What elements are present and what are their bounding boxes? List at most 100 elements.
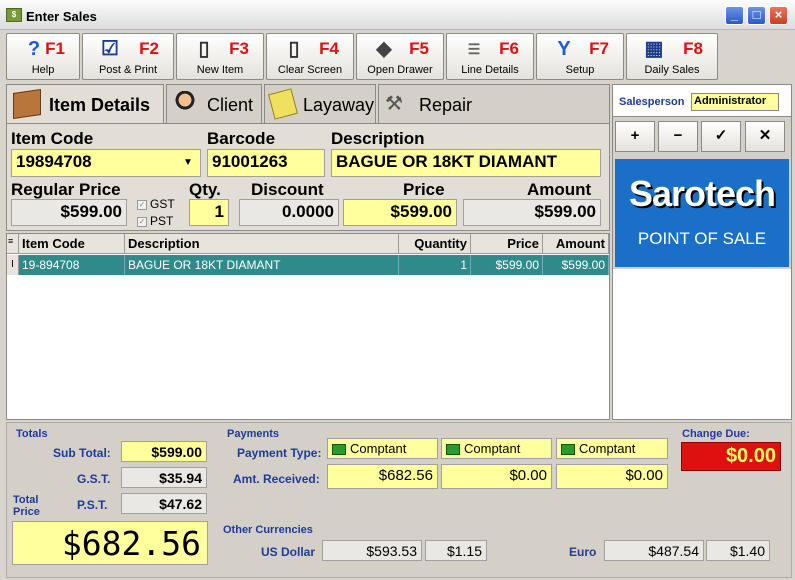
close-button[interactable]: × xyxy=(769,6,788,25)
box-icon xyxy=(13,89,41,119)
qty-input[interactable]: 1 xyxy=(189,199,229,226)
f1-key: F1 xyxy=(45,39,65,58)
cash-icon xyxy=(446,444,460,456)
maximize-button[interactable]: □ xyxy=(747,6,766,25)
post-print-button[interactable]: ☑ F2 Post & Print xyxy=(82,33,174,80)
help-label: Help xyxy=(31,64,55,76)
help-icon: ? xyxy=(27,38,41,60)
col-price[interactable]: Price xyxy=(471,234,543,254)
change-due-field: $0.00 xyxy=(681,442,781,471)
total-price-display: $682.56 xyxy=(12,521,208,565)
col-description[interactable]: Description xyxy=(125,234,399,254)
line-details-icon: ☰ xyxy=(467,41,481,57)
payment-type-2-value: Comptant xyxy=(464,441,521,456)
f6-key: F6 xyxy=(499,39,519,58)
cash-icon xyxy=(332,444,346,456)
usd-rate: $1.15 xyxy=(425,540,487,561)
title-bar: $ Enter Sales _ □ × xyxy=(0,0,795,30)
euro-rate: $1.40 xyxy=(706,540,770,561)
usd-label: US Dollar xyxy=(261,545,316,559)
pst-label: PST xyxy=(150,214,174,228)
change-due-label: Change Due: xyxy=(682,428,750,440)
amount-received-2[interactable]: $0.00 xyxy=(441,464,552,489)
totals-header: Totals xyxy=(16,428,48,440)
tab-repair[interactable]: ⚒ Repair xyxy=(378,84,610,123)
payment-type-1-value: Comptant xyxy=(350,441,407,456)
gst-total-field: $35.94 xyxy=(121,467,207,488)
pst-checkbox[interactable]: ✓ PST xyxy=(137,214,173,228)
qty-label: Qty. xyxy=(189,180,221,199)
table-row-cell-description[interactable]: BAGUE OR 18KT DIAMANT xyxy=(125,255,399,275)
chevron-down-icon[interactable]: ▼ xyxy=(183,157,193,168)
right-panel-blank xyxy=(613,269,791,419)
tab-strip: Item Details Client Layaway ⚒ Repair xyxy=(6,84,610,124)
open-drawer-button[interactable]: ◆ F5 Open Drawer xyxy=(356,33,444,80)
table-row-cell-quantity[interactable]: 1 xyxy=(399,255,471,275)
open-drawer-label: Open Drawer xyxy=(367,64,433,76)
tab-layaway[interactable]: Layaway xyxy=(264,84,376,123)
payment-type-2[interactable]: Comptant xyxy=(441,438,552,459)
amount-field: $599.00 xyxy=(463,199,601,226)
item-code-input[interactable]: 19894708 xyxy=(11,149,201,177)
right-panel: Salesperson Administrator + − ✓ ✕ Sarote… xyxy=(612,84,792,420)
new-item-button[interactable]: ▯ F3 New Item xyxy=(176,33,264,80)
payment-type-1[interactable]: Comptant xyxy=(327,438,438,459)
item-details-panel: Item Code 19894708 ▼ Barcode 91001263 De… xyxy=(6,123,610,231)
open-drawer-icon: ◆ xyxy=(376,38,392,60)
gst-checkbox[interactable]: ✓ GST xyxy=(137,197,175,211)
cancel-button[interactable]: ✕ xyxy=(745,121,785,152)
f7-key: F7 xyxy=(589,39,609,58)
tab-item-details-label: Item Details xyxy=(49,95,151,115)
function-toolbar: ? F1 Help ☑ F2 Post & Print ▯ F3 New Ite… xyxy=(0,30,795,82)
logo-brand: Sarotech xyxy=(628,173,776,214)
description-input[interactable]: BAGUE OR 18KT DIAMANT xyxy=(331,149,601,177)
discount-input[interactable]: 0.0000 xyxy=(239,199,339,226)
barcode-input[interactable]: 91001263 xyxy=(207,149,325,177)
line-details-button[interactable]: ☰ F6 Line Details xyxy=(446,33,534,80)
salesperson-label: Salesperson xyxy=(619,96,685,108)
layaway-icon xyxy=(268,88,298,120)
confirm-button[interactable]: ✓ xyxy=(701,121,741,152)
price-label: Price xyxy=(403,180,445,199)
regular-price-field: $599.00 xyxy=(11,199,127,226)
other-currencies-header: Other Currencies xyxy=(223,524,313,536)
setup-button[interactable]: Y F7 Setup xyxy=(536,33,624,80)
f4-key: F4 xyxy=(319,39,339,58)
add-line-button[interactable]: + xyxy=(615,121,655,152)
line-details-label: Line Details xyxy=(461,64,519,76)
tab-item-details[interactable]: Item Details xyxy=(6,84,164,124)
f5-key: F5 xyxy=(409,39,429,58)
hammer-icon: ⚒ xyxy=(385,93,403,115)
col-amount[interactable]: Amount xyxy=(543,234,609,254)
col-item-code[interactable]: Item Code xyxy=(19,234,125,254)
tab-client-label: Client xyxy=(207,95,254,115)
tab-client[interactable]: Client xyxy=(166,84,262,123)
help-button[interactable]: ? F1 Help xyxy=(6,33,80,80)
amount-received-1[interactable]: $682.56 xyxy=(327,464,438,489)
col-quantity[interactable]: Quantity xyxy=(399,234,471,254)
minimize-button[interactable]: _ xyxy=(725,6,744,25)
item-code-label: Item Code xyxy=(11,129,94,148)
payment-type-label: Payment Type: xyxy=(237,446,322,460)
clear-screen-button[interactable]: ▯ F4 Clear Screen xyxy=(266,33,354,80)
row-selector-header: ≡ xyxy=(7,234,19,254)
payment-type-3[interactable]: Comptant xyxy=(556,438,668,459)
post-print-icon: ☑ xyxy=(101,38,119,60)
sales-lines-grid: ≡ Item Code Description Quantity Price A… xyxy=(6,233,610,420)
daily-sales-button[interactable]: ▦ F8 Daily Sales xyxy=(626,33,718,80)
amount-received-3[interactable]: $0.00 xyxy=(556,464,668,489)
payments-header: Payments xyxy=(227,428,279,440)
remove-line-button[interactable]: − xyxy=(658,121,698,152)
regular-price-label: Regular Price xyxy=(11,180,121,199)
price-input[interactable]: $599.00 xyxy=(343,199,457,226)
row-edit-indicator: I xyxy=(7,255,19,275)
pst-total-label: P.S.T. xyxy=(77,498,108,512)
table-row-cell-item-code[interactable]: 19-894708 xyxy=(19,255,125,275)
new-item-icon: ▯ xyxy=(198,38,210,60)
total-price-label: Total Price xyxy=(13,494,40,518)
table-row-cell-price[interactable]: $599.00 xyxy=(471,255,543,275)
gst-label: GST xyxy=(150,197,175,211)
salesperson-field[interactable]: Administrator xyxy=(691,93,779,111)
f3-key: F3 xyxy=(229,39,249,58)
table-row-cell-amount[interactable]: $599.00 xyxy=(543,255,609,275)
